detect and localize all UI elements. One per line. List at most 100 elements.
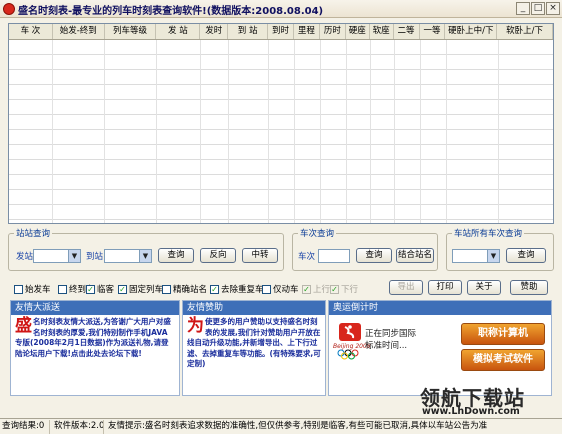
column-divider xyxy=(394,40,395,223)
column-header[interactable]: 软卧上/下 xyxy=(497,24,553,39)
chevron-down-icon: ▼ xyxy=(68,250,80,262)
sponsor-promo-header: 友情赞助 xyxy=(183,301,325,315)
column-header[interactable]: 二等 xyxy=(394,24,420,39)
status-result-count: 查询结果:0 xyxy=(0,420,50,434)
checkmark-icon[interactable]: ✓ xyxy=(302,284,311,294)
column-divider xyxy=(200,40,201,223)
column-header[interactable]: 始发-终到 xyxy=(53,24,105,39)
checkbox-label: 仅动车 xyxy=(273,285,299,295)
train-number-label: 车次 xyxy=(298,252,316,262)
train-query-button[interactable]: 查询 xyxy=(356,248,392,263)
export-button[interactable]: 导出 xyxy=(389,280,423,295)
station-query-title: 站站查询 xyxy=(14,227,53,239)
to-station-label: 到站 xyxy=(86,252,104,262)
column-header[interactable]: 历时 xyxy=(320,24,346,39)
sponsor-button[interactable]: 赞助 xyxy=(510,280,548,295)
option-checkbox[interactable]: 精确站名 xyxy=(162,283,207,295)
option-checkbox[interactable]: 始发车 xyxy=(14,283,51,295)
chevron-down-icon: ▼ xyxy=(487,250,499,262)
column-divider xyxy=(228,40,229,223)
option-checkbox[interactable]: ✓ 下行 xyxy=(330,283,358,295)
olympic-sync-line2: 标准时间... xyxy=(365,341,408,351)
column-header[interactable]: 一等 xyxy=(420,24,446,39)
checkbox-empty-icon[interactable] xyxy=(262,284,271,294)
column-divider xyxy=(498,40,499,223)
column-divider xyxy=(370,40,371,223)
option-checkbox[interactable]: ✓ 去除重复车 xyxy=(210,283,264,295)
checkmark-icon[interactable]: ✓ xyxy=(210,284,219,294)
column-header[interactable]: 软座 xyxy=(370,24,394,39)
sponsor-promo-text: 使更多的用户赞助以支持盛名时刻表的发展,我们针对赞助用户开放在线自动升级功能,并… xyxy=(187,317,321,368)
table-rows xyxy=(9,40,553,223)
checkbox-label: 去除重复车 xyxy=(221,285,264,295)
from-station-select[interactable]: ▼ xyxy=(33,249,81,263)
checkbox-label: 临客 xyxy=(97,285,115,295)
about-button[interactable]: 关于 xyxy=(467,280,501,295)
transfer-button[interactable]: 中转 xyxy=(242,248,278,263)
table-header: 车 次始发-终到 列车等级发 站发时到 站到时 里程 历时 硬座 软座 二等 一等 硬卧上中/下… xyxy=(9,24,553,40)
column-divider xyxy=(104,40,105,223)
column-divider xyxy=(420,40,421,223)
olympic-emblem-icon xyxy=(337,323,361,360)
combine-station-button[interactable]: 结合站名 xyxy=(396,248,434,263)
friend-promo-text: 名时刻表友情大派送,为答谢广大用户对盛名时刻表的厚爱,我们特别制作手机JAVA专… xyxy=(15,317,171,358)
option-checkbox[interactable]: 仅动车 xyxy=(262,283,299,295)
to-station-select[interactable]: ▼ xyxy=(104,249,152,263)
option-checkbox[interactable]: ✓ 临客 xyxy=(86,283,114,295)
checkbox-label: 精确站名 xyxy=(173,285,208,295)
column-divider xyxy=(346,40,347,223)
column-header[interactable]: 发时 xyxy=(200,24,229,39)
column-header[interactable]: 里程 xyxy=(294,24,320,39)
olympic-header: 奥运倒计时 xyxy=(329,301,551,315)
status-bar: 查询结果:0 软件版本:2.05 友情提示:盛名时刻表追求数据的准确性,但仅供参… xyxy=(0,418,562,434)
minimize-button[interactable]: _ xyxy=(516,2,530,15)
friend-promo-initial: 盛 xyxy=(15,316,32,336)
status-version: 软件版本:2.05 xyxy=(52,420,104,434)
print-button[interactable]: 打印 xyxy=(428,280,462,295)
column-header[interactable]: 硬卧上中/下 xyxy=(445,24,498,39)
column-header[interactable]: 列车等级 xyxy=(105,24,157,39)
station-query-button[interactable]: 查询 xyxy=(158,248,194,263)
column-divider xyxy=(320,40,321,223)
checkmark-icon[interactable]: ✓ xyxy=(86,284,95,294)
option-checkbox[interactable]: ✓ 上行 xyxy=(302,283,330,295)
window-title: 盛名时刻表-最专业的列车时刻表查询软件!(数据版本:2008.08.04) xyxy=(18,6,324,17)
station-select[interactable]: ▼ xyxy=(452,249,500,263)
checkbox-label: 固定列车 xyxy=(129,285,164,295)
station-trains-title: 车站所有车次查询 xyxy=(452,227,525,239)
from-station-label: 发站 xyxy=(16,252,34,262)
app-icon xyxy=(3,3,15,15)
column-divider xyxy=(268,40,269,223)
checkmark-icon[interactable]: ✓ xyxy=(118,284,127,294)
promo-exam-button[interactable]: 模拟考试软件 xyxy=(461,349,545,371)
column-divider xyxy=(52,40,53,223)
close-button[interactable]: × xyxy=(546,2,560,15)
option-checkbox[interactable]: ✓ 固定列车 xyxy=(118,283,163,295)
checkbox-label: 下行 xyxy=(341,285,359,295)
friend-promo-body[interactable]: 盛名时刻表友情大派送,为答谢广大用户对盛名时刻表的厚爱,我们特别制作手机JAVA… xyxy=(11,315,179,359)
sponsor-promo-body[interactable]: 为使更多的用户赞助以支持盛名时刻表的发展,我们针对赞助用户开放在线自动升级功能,… xyxy=(183,315,325,370)
column-header[interactable]: 发 站 xyxy=(156,24,201,39)
sponsor-promo-initial: 为 xyxy=(187,316,204,336)
friend-promo-header: 友情大派送 xyxy=(11,301,179,315)
column-header[interactable]: 到时 xyxy=(268,24,294,39)
status-tip: 友情提示:盛名时刻表追求数据的准确性,但仅供参考,特别是临客,有些可能已取消,具… xyxy=(108,421,488,431)
title-bar[interactable]: 盛名时刻表-最专业的列车时刻表查询软件!(数据版本:2008.08.04) _ … xyxy=(0,0,562,18)
maximize-button[interactable]: □ xyxy=(531,2,545,15)
promo-computer-button[interactable]: 职称计算机 xyxy=(461,323,545,345)
column-header[interactable]: 硬座 xyxy=(346,24,370,39)
checkbox-empty-icon[interactable] xyxy=(58,284,67,294)
train-number-input[interactable] xyxy=(318,249,350,263)
station-trains-query-button[interactable]: 查询 xyxy=(506,248,546,263)
sponsor-promo-panel[interactable]: 友情赞助 为使更多的用户赞助以支持盛名时刻表的发展,我们针对赞助用户开放在线自动… xyxy=(182,300,326,396)
column-header[interactable]: 车 次 xyxy=(9,24,53,39)
reverse-button[interactable]: 反向 xyxy=(200,248,236,263)
checkbox-empty-icon[interactable] xyxy=(162,284,171,294)
olympic-sync-line1: 正在同步国际 xyxy=(365,329,417,339)
checkbox-empty-icon[interactable] xyxy=(14,284,23,294)
train-query-title: 车次查询 xyxy=(298,227,337,239)
checkmark-icon[interactable]: ✓ xyxy=(330,284,339,294)
friend-promo-panel[interactable]: 友情大派送 盛名时刻表友情大派送,为答谢广大用户对盛名时刻表的厚爱,我们特别制作… xyxy=(10,300,180,396)
column-header[interactable]: 到 站 xyxy=(228,24,269,39)
results-table[interactable]: 车 次始发-终到 列车等级发 站发时到 站到时 里程 历时 硬座 软座 二等 一等 硬卧上中/下… xyxy=(8,23,554,224)
